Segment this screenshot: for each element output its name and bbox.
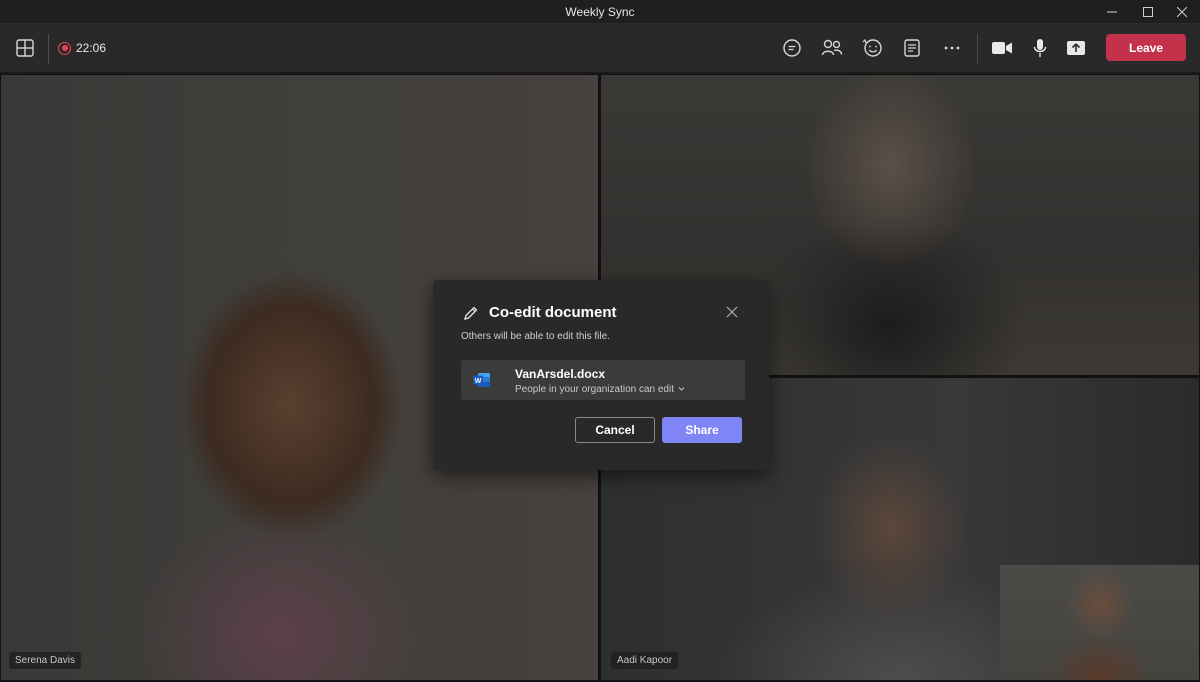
co-edit-dialog: Co-edit document Others will be able to … (433, 280, 769, 470)
recording-icon (58, 41, 71, 55)
title-bar: Weekly Sync (0, 0, 1200, 24)
file-card[interactable]: W VanArsdel.docx People in your organiza… (461, 360, 745, 400)
recording-time: 22:06 (76, 41, 107, 55)
permission-dropdown[interactable]: People in your organization can edit (515, 384, 685, 395)
camera-icon[interactable] (990, 36, 1014, 60)
toolbar-divider (48, 34, 49, 64)
meeting-toolbar: 22:06 Leave (0, 24, 1200, 73)
dialog-title: Co-edit document (489, 304, 617, 321)
close-window-icon[interactable] (1162, 0, 1200, 24)
more-icon[interactable] (940, 36, 964, 60)
grid-view-icon[interactable] (13, 36, 37, 60)
participant-name: Aadi Kapoor (611, 652, 679, 669)
svg-text:W: W (475, 378, 482, 385)
notes-icon[interactable] (900, 36, 924, 60)
self-view-tile (1000, 565, 1199, 680)
leave-button[interactable]: Leave (1106, 34, 1186, 61)
mic-icon[interactable] (1028, 36, 1052, 60)
word-file-icon: W (473, 372, 491, 388)
people-icon[interactable] (820, 36, 844, 60)
file-name: VanArsdel.docx (515, 367, 606, 381)
permission-label: People in your organization can edit (515, 384, 674, 395)
edit-pencil-icon (463, 305, 479, 321)
reactions-icon[interactable] (860, 36, 884, 60)
chevron-down-icon (678, 384, 685, 395)
cancel-button[interactable]: Cancel (575, 417, 655, 443)
close-icon[interactable] (723, 303, 741, 321)
toolbar-divider (977, 34, 978, 64)
participant-name: Serena Davis (9, 652, 82, 669)
dialog-subtitle: Others will be able to edit this file. (461, 331, 610, 342)
minimize-icon[interactable] (1092, 0, 1132, 24)
recording-indicator: 22:06 (58, 40, 106, 56)
share-button[interactable]: Share (662, 417, 742, 443)
window-title: Weekly Sync (565, 5, 635, 19)
share-tray-icon[interactable] (1064, 36, 1088, 60)
chat-icon[interactable] (780, 36, 804, 60)
